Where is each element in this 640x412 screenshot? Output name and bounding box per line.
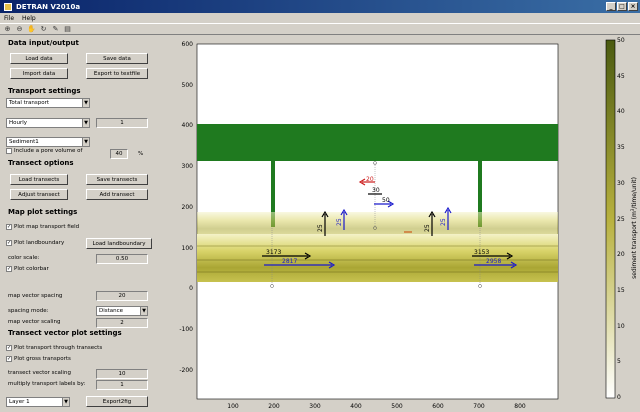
x-tick-label: 200 xyxy=(268,403,280,410)
transect-label: 2958 xyxy=(486,258,501,265)
transect-label: 50 xyxy=(382,197,390,204)
x-axis-ticks: 100 200 300 400 500 600 700 800 xyxy=(227,403,526,410)
transport-field-dense xyxy=(197,234,558,282)
plot-area: 20 30 50 25 25 25 25 3173 2817 3153 2958… xyxy=(179,37,638,410)
transect-label: 3153 xyxy=(474,249,489,256)
colorbar-tick-label: 45 xyxy=(617,73,625,80)
colorbar-tick-label: 50 xyxy=(617,37,625,44)
x-tick-label: 400 xyxy=(350,403,362,410)
transport-field-light xyxy=(197,212,558,236)
y-tick-label: -100 xyxy=(179,326,193,333)
colorbar-tick-label: 35 xyxy=(617,144,625,151)
y-tick-label: 400 xyxy=(182,122,194,129)
colorbar-ticks: 50 45 40 35 30 25 20 15 10 5 0 xyxy=(617,37,625,401)
colorbar-tick-label: 40 xyxy=(617,108,625,115)
transect-label: 3173 xyxy=(266,249,281,256)
transect-label: 25 xyxy=(317,224,324,232)
colorbar-label-suffix: /time/unit) xyxy=(631,177,638,209)
y-tick-label: 600 xyxy=(182,41,194,48)
x-tick-label: 100 xyxy=(227,403,239,410)
colorbar-tick-label: 20 xyxy=(617,251,625,258)
y-tick-label: 500 xyxy=(182,82,194,89)
colorbar-tick-label: 10 xyxy=(617,323,625,330)
transect-label: 25 xyxy=(336,218,343,226)
colorbar-tick-label: 5 xyxy=(617,358,621,365)
transect-label: 30 xyxy=(372,187,380,194)
colorbar[interactable] xyxy=(605,39,616,399)
transect-label: 20 xyxy=(366,176,374,183)
x-tick-label: 800 xyxy=(514,403,526,410)
colorbar-label-prefix: sediment transport (m xyxy=(631,211,638,279)
y-tick-label: 300 xyxy=(182,163,194,170)
x-tick-label: 600 xyxy=(432,403,444,410)
colorbar-tick-label: 25 xyxy=(617,216,625,223)
y-tick-label: 100 xyxy=(182,245,194,252)
y-tick-label: -200 xyxy=(179,367,193,374)
colorbar-label: sediment transport (m3/time/unit) xyxy=(630,177,638,279)
y-tick-label: 0 xyxy=(189,285,193,292)
x-tick-label: 500 xyxy=(391,403,403,410)
colorbar-tick-label: 0 xyxy=(617,394,621,401)
breakwater-structure xyxy=(197,124,558,161)
transect-label: 25 xyxy=(440,218,447,226)
colorbar-tick-label: 30 xyxy=(617,180,625,187)
x-tick-label: 300 xyxy=(309,403,321,410)
y-axis-ticks: 600 500 400 300 200 100 0 -100 -200 xyxy=(179,41,193,374)
colorbar-tick-label: 15 xyxy=(617,287,625,294)
x-tick-label: 700 xyxy=(473,403,485,410)
transect-label: 2817 xyxy=(282,258,297,265)
transect-label: 25 xyxy=(424,224,431,232)
y-tick-label: 200 xyxy=(182,204,194,211)
